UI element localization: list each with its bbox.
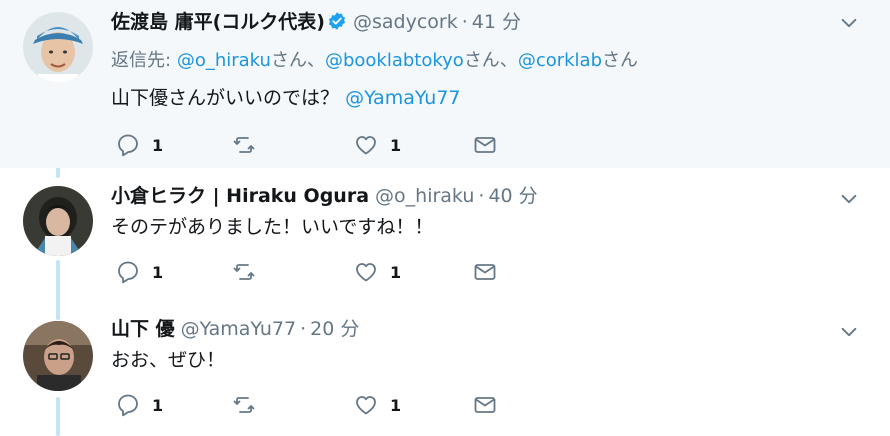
like-count: 1 (390, 262, 402, 282)
tweet[interactable]: 佐渡島 庸平(コルク代表) @sadycork · 41 分 返信先: @o_hira… (0, 0, 890, 168)
chevron-down-icon (841, 194, 857, 204)
chevron-down-icon (841, 18, 857, 28)
like-button[interactable]: 1 (354, 390, 401, 420)
tweet-text: 山下優さんがいいのでは？ @YamaYu77 (111, 82, 860, 114)
display-name[interactable]: 佐渡島 庸平(コルク代表) (111, 11, 325, 33)
reply-mention-link[interactable]: @booklabtokyo (325, 50, 464, 71)
reply-suffix: さん、 (270, 50, 325, 71)
tweet-actions: 1 1 (111, 390, 860, 420)
retweet-button[interactable] (232, 390, 256, 420)
tweet-header: 佐渡島 庸平(コルク代表) @sadycork · 41 分 (111, 8, 860, 36)
tweet-menu-button[interactable] (838, 321, 860, 343)
tweet[interactable]: 山下 優 @YamaYu77 · 20 分 おお、ぜひ！ 1 1 (0, 303, 890, 436)
separator-dot: · (461, 11, 468, 33)
reply-count: 1 (152, 262, 164, 282)
tweet-header: 小倉ヒラク | Hiraku Ogura @o_hiraku · 40 分 (111, 182, 860, 210)
user-handle[interactable]: @YamaYu77 (181, 318, 296, 340)
avatar-image (23, 321, 93, 391)
tweet[interactable]: 小倉ヒラク | Hiraku Ogura @o_hiraku · 40 分 そのテがあ… (0, 168, 890, 303)
tweet-text: そのテがありました！いいですね！！ (111, 211, 860, 243)
like-button[interactable]: 1 (354, 257, 401, 287)
like-icon (356, 136, 376, 155)
retweet-icon (233, 137, 255, 153)
tweet-text: おお、ぜひ！ (111, 344, 860, 376)
timestamp[interactable]: 40 分 (488, 185, 537, 207)
reply-icon (118, 261, 138, 284)
display-name[interactable]: 小倉ヒラク | Hiraku Ogura (111, 185, 369, 207)
tweet-text-body: おお、ぜひ！ (111, 349, 226, 371)
like-icon (356, 263, 376, 282)
tweet-header: 山下 優 @YamaYu77 · 20 分 (111, 315, 860, 343)
reply-button[interactable]: 1 (116, 390, 163, 420)
verified-badge-icon (328, 12, 346, 30)
direct-message-icon (474, 264, 496, 280)
tweet-actions: 1 1 (111, 257, 860, 287)
tweet-text-body: 山下優さんがいいのでは？ (111, 87, 340, 109)
reply-suffix: さん、 (463, 50, 518, 71)
chevron-down-icon (841, 327, 857, 337)
like-count: 1 (390, 395, 402, 415)
retweet-icon (233, 397, 255, 413)
reply-mention-link[interactable]: @o_hiraku (177, 50, 271, 71)
reply-button[interactable]: 1 (116, 257, 163, 287)
direct-message-button[interactable] (473, 390, 497, 420)
like-button[interactable]: 1 (354, 130, 401, 160)
tweet-menu-button[interactable] (838, 188, 860, 210)
timestamp[interactable]: 20 分 (310, 318, 359, 340)
reply-suffix: さん (602, 50, 639, 71)
tweet-menu-button[interactable] (838, 12, 860, 34)
direct-message-icon (474, 397, 496, 413)
display-name[interactable]: 山下 優 (111, 318, 175, 340)
reply-icon (118, 134, 138, 157)
tweet-actions: 1 1 (111, 130, 860, 160)
tweet-text-body: そのテがありました！いいですね！！ (111, 216, 434, 238)
mention-link[interactable]: @YamaYu77 (345, 87, 460, 109)
avatar[interactable] (23, 186, 93, 256)
like-count: 1 (390, 135, 402, 155)
separator-dot: · (300, 318, 307, 340)
direct-message-icon (474, 137, 496, 153)
reply-icon (118, 394, 138, 417)
avatar[interactable] (23, 12, 93, 82)
avatar-image (23, 12, 93, 82)
reply-count: 1 (152, 135, 164, 155)
direct-message-button[interactable] (473, 130, 497, 160)
retweet-button[interactable] (232, 130, 256, 160)
reply-prefix: 返信先: (111, 50, 172, 71)
direct-message-button[interactable] (473, 257, 497, 287)
user-handle[interactable]: @sadycork (353, 11, 458, 33)
avatar-image (23, 186, 93, 256)
reply-count: 1 (152, 395, 164, 415)
separator-dot: · (478, 185, 485, 207)
retweet-button[interactable] (232, 257, 256, 287)
like-icon (356, 396, 376, 415)
user-handle[interactable]: @o_hiraku (375, 185, 474, 207)
reply-button[interactable]: 1 (116, 130, 163, 160)
replying-to: 返信先: @o_hirakuさん、@booklabtokyoさん、@corkla… (111, 46, 860, 76)
reply-mention-link[interactable]: @corklab (518, 50, 602, 71)
timestamp[interactable]: 41 分 (472, 11, 521, 33)
avatar[interactable] (23, 321, 93, 391)
retweet-icon (233, 264, 255, 280)
